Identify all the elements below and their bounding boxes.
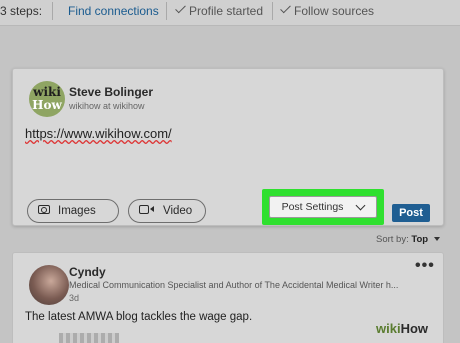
- author-avatar: wiki How: [29, 81, 65, 117]
- watermark-part: wiki: [376, 321, 401, 336]
- step-profile-started-label: Profile started: [189, 4, 264, 18]
- step-follow-sources[interactable]: Follow sources: [280, 2, 375, 18]
- onboarding-steps-bar: 3 steps: Find connections Profile starte…: [0, 0, 460, 26]
- sort-prefix: Sort by:: [376, 234, 409, 245]
- video-button-label: Video: [163, 205, 193, 217]
- check-icon: [280, 2, 291, 14]
- caret-down-icon: [433, 237, 440, 241]
- step-follow-sources-label: Follow sources: [294, 4, 375, 18]
- feed-post-text: The latest AMWA blog tackles the wage ga…: [25, 311, 253, 323]
- avatar[interactable]: [29, 265, 69, 305]
- divider: [272, 2, 273, 20]
- camera-icon: [38, 205, 50, 214]
- avatar-logo-text: How: [32, 98, 62, 112]
- watermark-part: How: [400, 321, 429, 336]
- feed-author-name[interactable]: Cyndy: [69, 265, 106, 279]
- divider: [52, 2, 53, 20]
- step-profile-started[interactable]: Profile started: [175, 2, 264, 18]
- images-button[interactable]: Images: [27, 199, 119, 223]
- wikihow-watermark: wikiHow: [376, 321, 428, 336]
- feed-post-image[interactable]: [59, 333, 119, 343]
- find-connections-link[interactable]: Find connections: [68, 4, 159, 18]
- more-icon[interactable]: •••: [415, 257, 435, 275]
- feed-post-time: 3d: [69, 293, 80, 303]
- sort-control[interactable]: Sort by: Top: [376, 234, 440, 245]
- post-composer: wiki How Steve Bolinger wikihow at wikih…: [12, 68, 444, 226]
- divider: [166, 2, 167, 20]
- check-icon: [175, 2, 186, 14]
- feed-author-headline: Medical Communication Specialist and Aut…: [69, 280, 399, 290]
- post-settings-highlight: Post Settings: [262, 189, 384, 225]
- author-subtitle: wikihow at wikihow: [69, 101, 145, 111]
- video-icon: [139, 205, 154, 214]
- post-settings-label: Post Settings: [281, 201, 344, 213]
- post-text-input[interactable]: https://www.wikihow.com/: [25, 126, 172, 141]
- post-settings-dropdown[interactable]: Post Settings: [269, 196, 377, 218]
- post-button[interactable]: Post: [392, 204, 430, 222]
- steps-prefix: 3 steps:: [0, 4, 43, 18]
- images-button-label: Images: [58, 205, 96, 217]
- author-name: Steve Bolinger: [69, 85, 154, 99]
- sort-value: Top: [411, 234, 429, 245]
- video-button[interactable]: Video: [128, 199, 206, 223]
- chevron-down-icon: [355, 200, 366, 210]
